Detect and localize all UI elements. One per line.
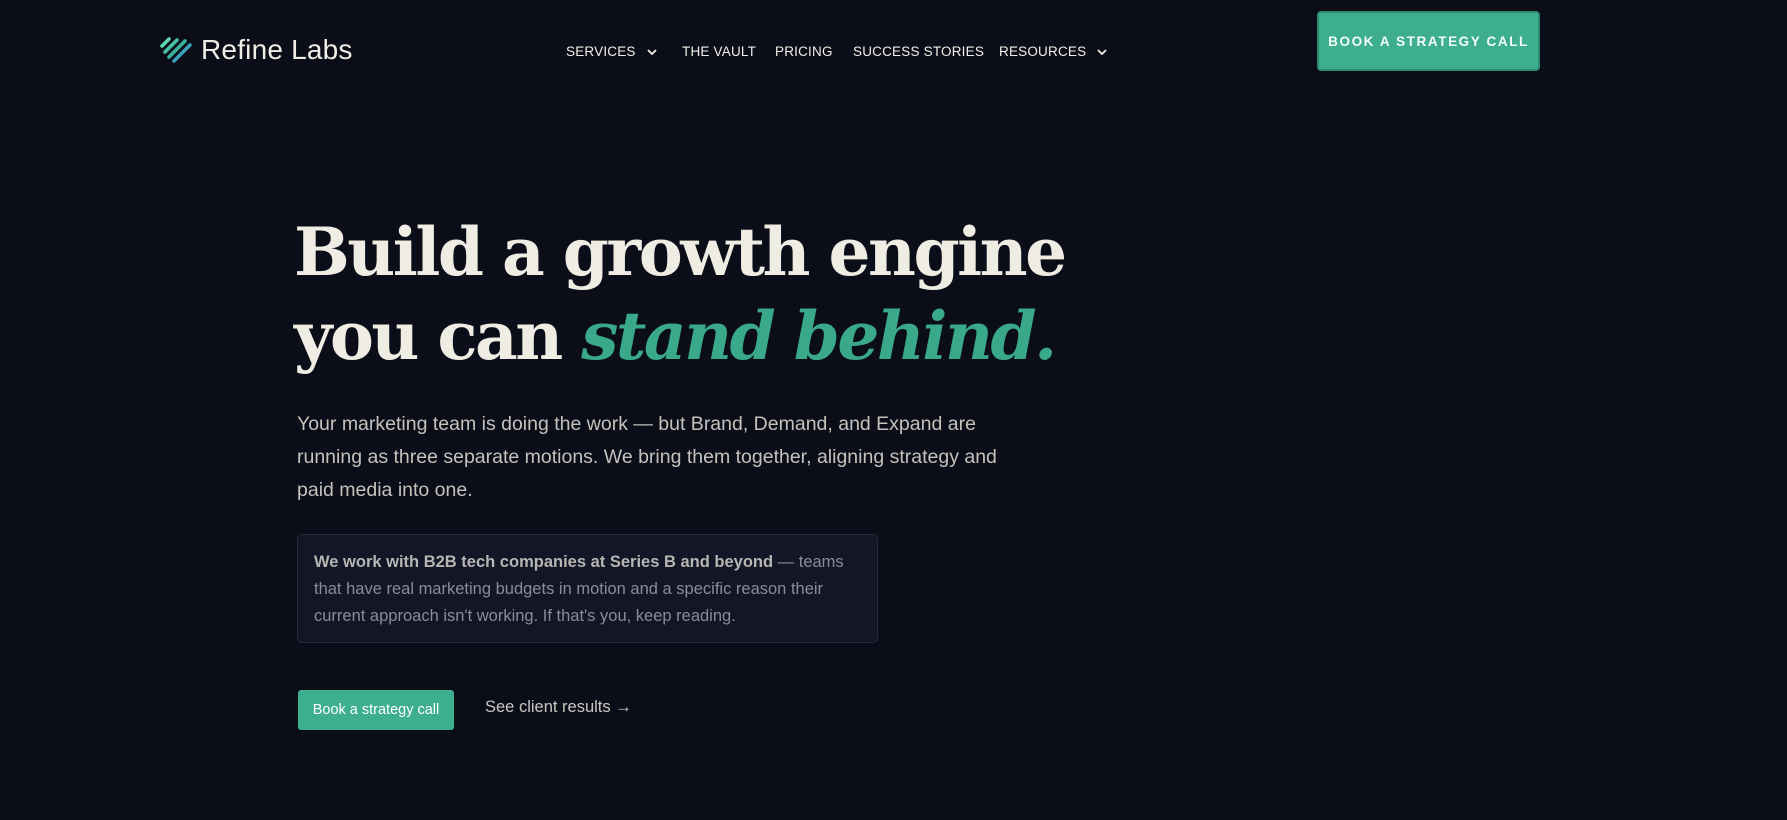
nav-item-label: RESOURCES (999, 44, 1087, 59)
headline-line-2: you can stand behind. (294, 294, 1057, 378)
nav-item-label: THE VAULT (682, 44, 757, 59)
see-client-results-link[interactable]: See client results → (485, 698, 632, 717)
nav-item-success-stories[interactable]: SUCCESS STORIES (853, 44, 984, 59)
headline-plain: you can (294, 297, 582, 375)
nav-item-label: PRICING (775, 44, 833, 59)
book-strategy-call-button[interactable]: BOOK A STRATEGY CALL (1317, 11, 1540, 71)
nav-item-pricing[interactable]: PRICING (775, 44, 833, 59)
nav-item-the-vault[interactable]: THE VAULT (682, 44, 756, 59)
audience-note-box: We work with B2B tech companies at Serie… (297, 534, 878, 643)
audience-note-strong: We work with B2B tech companies at Serie… (314, 553, 774, 571)
hero-headline: Build a growth engine you can stand behi… (294, 210, 1067, 378)
headline-accent: stand behind. (581, 297, 1057, 375)
book-strategy-call-primary-button[interactable]: Book a strategy call (298, 690, 454, 730)
nav-item-label: SERVICES (566, 44, 636, 59)
nav-item-services[interactable]: SERVICES (566, 44, 658, 59)
hero-lead-paragraph: Your marketing team is doing the work — … (297, 413, 997, 501)
nav-item-resources[interactable]: RESOURCES (999, 44, 1108, 59)
nav-item-label: SUCCESS STORIES (853, 44, 985, 59)
headline-line-1: Build a growth engine (294, 213, 1067, 291)
page: Refine Labs SERVICES THE VAULT PRICING S… (0, 0, 1787, 820)
chevron-down-icon (647, 48, 657, 55)
chevron-down-icon (1097, 48, 1107, 55)
